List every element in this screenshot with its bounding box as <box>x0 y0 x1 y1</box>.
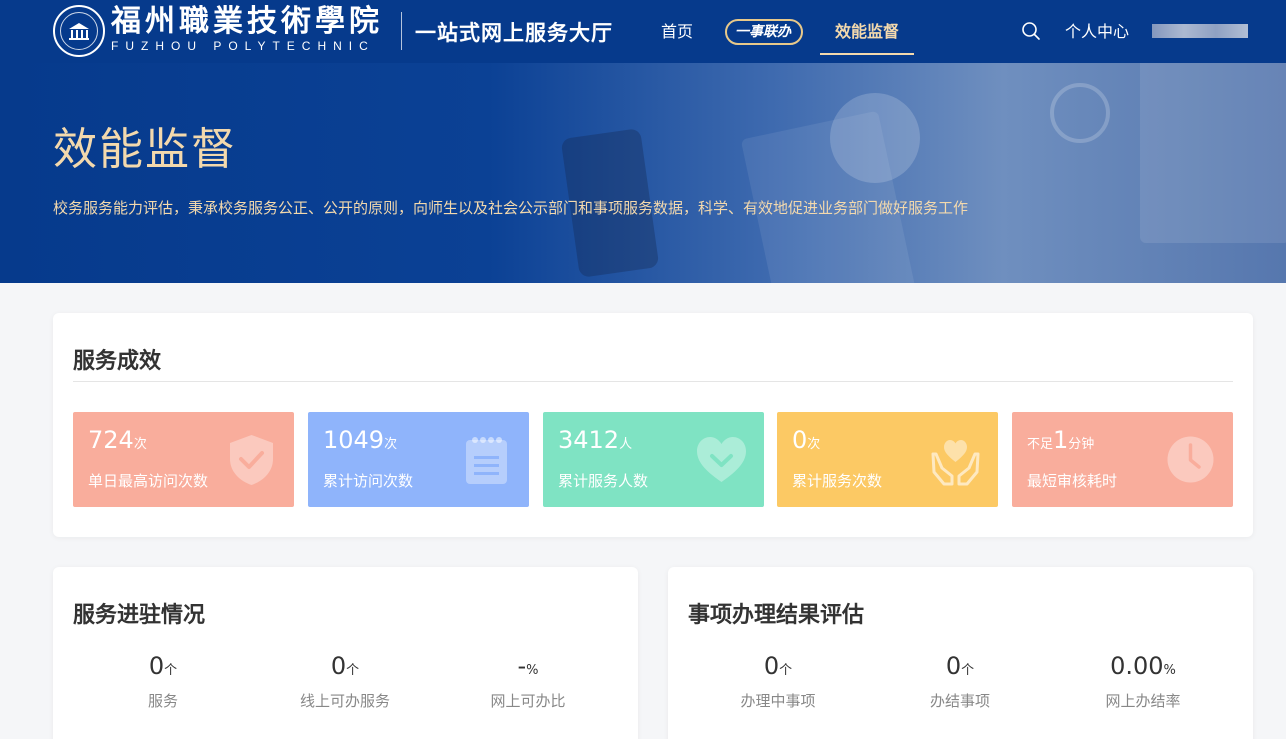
stat-daily-max-visits: 724次 单日最高访问次数 <box>73 412 294 507</box>
result-evaluation-title: 事项办理结果评估 <box>688 603 865 628</box>
metric-number: - <box>517 652 527 680</box>
metric-number: 0.00 <box>1110 652 1164 680</box>
stat-value: 3412人 <box>558 426 632 454</box>
hands-heart-icon <box>931 440 980 486</box>
stat-label: 累计访问次数 <box>323 472 414 490</box>
stat-total-services: 0次 累计服务次数 <box>777 412 998 507</box>
metric-value: 0个 <box>73 652 253 680</box>
metric-online-completion-rate: 0.00% 网上办结率 <box>1053 652 1233 711</box>
page-subtitle: 校务服务能力评估，秉承校务服务公正、公开的原则，向师生以及社会公示部门和事项服务… <box>53 199 969 217</box>
metric-in-progress: 0个 办理中事项 <box>688 652 868 711</box>
metric-unit: % <box>526 663 539 678</box>
heart-icon <box>697 437 746 482</box>
shield-check-icon <box>230 435 273 485</box>
clock-icon <box>1167 436 1214 483</box>
title-divider <box>73 381 1233 382</box>
user-name-blurred[interactable] <box>1152 24 1248 38</box>
stat-unit: 次 <box>133 437 147 452</box>
stat-unit: 人 <box>619 437 633 452</box>
result-evaluation-card: 事项办理结果评估 0个 办理中事项 0个 办结事项 0.00% 网上办结率 <box>668 567 1253 739</box>
metric-number: 0 <box>148 652 165 680</box>
stat-value: 0次 <box>792 426 820 454</box>
metric-completed: 0个 办结事项 <box>870 652 1050 711</box>
service-effect-card: 服务成效 724次 单日最高访问次数 1049次 累计访问次数 3412人 累计… <box>53 313 1253 537</box>
metric-online-ratio: -% 网上可办比 <box>438 652 618 711</box>
metric-value: -% <box>438 652 618 680</box>
stat-total-served-people: 3412人 累计服务人数 <box>543 412 764 507</box>
metric-label: 办理中事项 <box>740 692 816 710</box>
metric-label: 网上办结率 <box>1105 692 1181 710</box>
metric-value: 0个 <box>870 652 1050 680</box>
metric-label: 线上可办服务 <box>299 692 390 710</box>
stat-number: 3412 <box>558 426 620 454</box>
metric-number: 0 <box>763 652 780 680</box>
logo-divider <box>401 12 402 50</box>
service-settle-title: 服务进驻情况 <box>73 603 206 628</box>
stat-unit: 次 <box>807 437 821 452</box>
school-emblem-icon[interactable] <box>53 5 105 57</box>
page-title: 效能监督 <box>53 124 237 175</box>
stat-value: 不足1分钟 <box>1027 426 1094 454</box>
page-banner: 效能监督 校务服务能力评估，秉承校务服务公正、公开的原则，向师生以及社会公示部门… <box>0 63 1286 283</box>
stat-label: 累计服务人数 <box>558 472 649 490</box>
emblem-inner <box>60 12 98 50</box>
stat-value: 724次 <box>88 426 147 454</box>
metric-unit: 个 <box>779 663 793 678</box>
logo-chinese-name: 福州職業技術學院 <box>111 4 383 39</box>
nav-efficiency-supervision[interactable]: 效能监督 <box>820 0 914 63</box>
metric-unit: 个 <box>164 663 178 678</box>
stat-number: 0 <box>792 426 808 454</box>
stat-prefix: 不足 <box>1027 437 1054 452</box>
metric-number: 0 <box>330 652 347 680</box>
nav-yishi-label: 一事联办 <box>735 24 791 40</box>
building-icon <box>69 23 89 40</box>
notepad-icon <box>466 437 507 484</box>
school-logo[interactable]: 福州職業技術學院 FUZHOU POLYTECHNIC <box>111 5 446 57</box>
banner-decoration <box>1140 63 1286 243</box>
stat-label: 最短审核耗时 <box>1027 472 1118 490</box>
service-settle-card: 服务进驻情况 0个 服务 0个 线上可办服务 -% 网上可办比 <box>53 567 638 739</box>
stat-label: 单日最高访问次数 <box>88 472 209 490</box>
top-header: 福州職業技術學院 FUZHOU POLYTECHNIC 一站式网上服务大厅 首页… <box>0 0 1286 63</box>
metric-number: 0 <box>945 652 962 680</box>
stat-number: 724 <box>88 426 134 454</box>
nav-home[interactable]: 首页 <box>661 0 693 63</box>
stat-unit: 次 <box>384 437 398 452</box>
stat-value: 1049次 <box>323 426 397 454</box>
banner-decoration <box>1050 83 1110 143</box>
nav-yishi-lianban[interactable]: 一事联办 <box>725 17 803 47</box>
metric-label: 网上可办比 <box>490 692 566 710</box>
header-inner: 福州職業技術學院 FUZHOU POLYTECHNIC 一站式网上服务大厅 首页… <box>53 0 1253 63</box>
metric-label: 办结事项 <box>929 692 990 710</box>
metric-value: 0.00% <box>1053 652 1233 680</box>
logo-english-name: FUZHOU POLYTECHNIC <box>111 39 375 53</box>
stat-shortest-review-time: 不足1分钟 最短审核耗时 <box>1012 412 1233 507</box>
stat-label: 累计服务次数 <box>792 472 883 490</box>
metric-services: 0个 服务 <box>73 652 253 711</box>
stat-number: 1049 <box>323 426 385 454</box>
metric-unit: 个 <box>961 663 975 678</box>
metric-label: 服务 <box>147 692 178 710</box>
personal-center-link[interactable]: 个人中心 <box>1065 0 1129 63</box>
metric-value: 0个 <box>255 652 435 680</box>
search-icon[interactable] <box>1021 21 1041 41</box>
metric-unit: 个 <box>346 663 360 678</box>
stat-number: 1 <box>1053 426 1069 454</box>
metric-value: 0个 <box>688 652 868 680</box>
stat-total-visits: 1049次 累计访问次数 <box>308 412 529 507</box>
metric-unit: % <box>1163 663 1176 678</box>
site-title: 一站式网上服务大厅 <box>415 21 613 45</box>
stat-unit: 分钟 <box>1068 437 1095 452</box>
service-effect-title: 服务成效 <box>73 349 162 374</box>
metric-online-services: 0个 线上可办服务 <box>255 652 435 711</box>
